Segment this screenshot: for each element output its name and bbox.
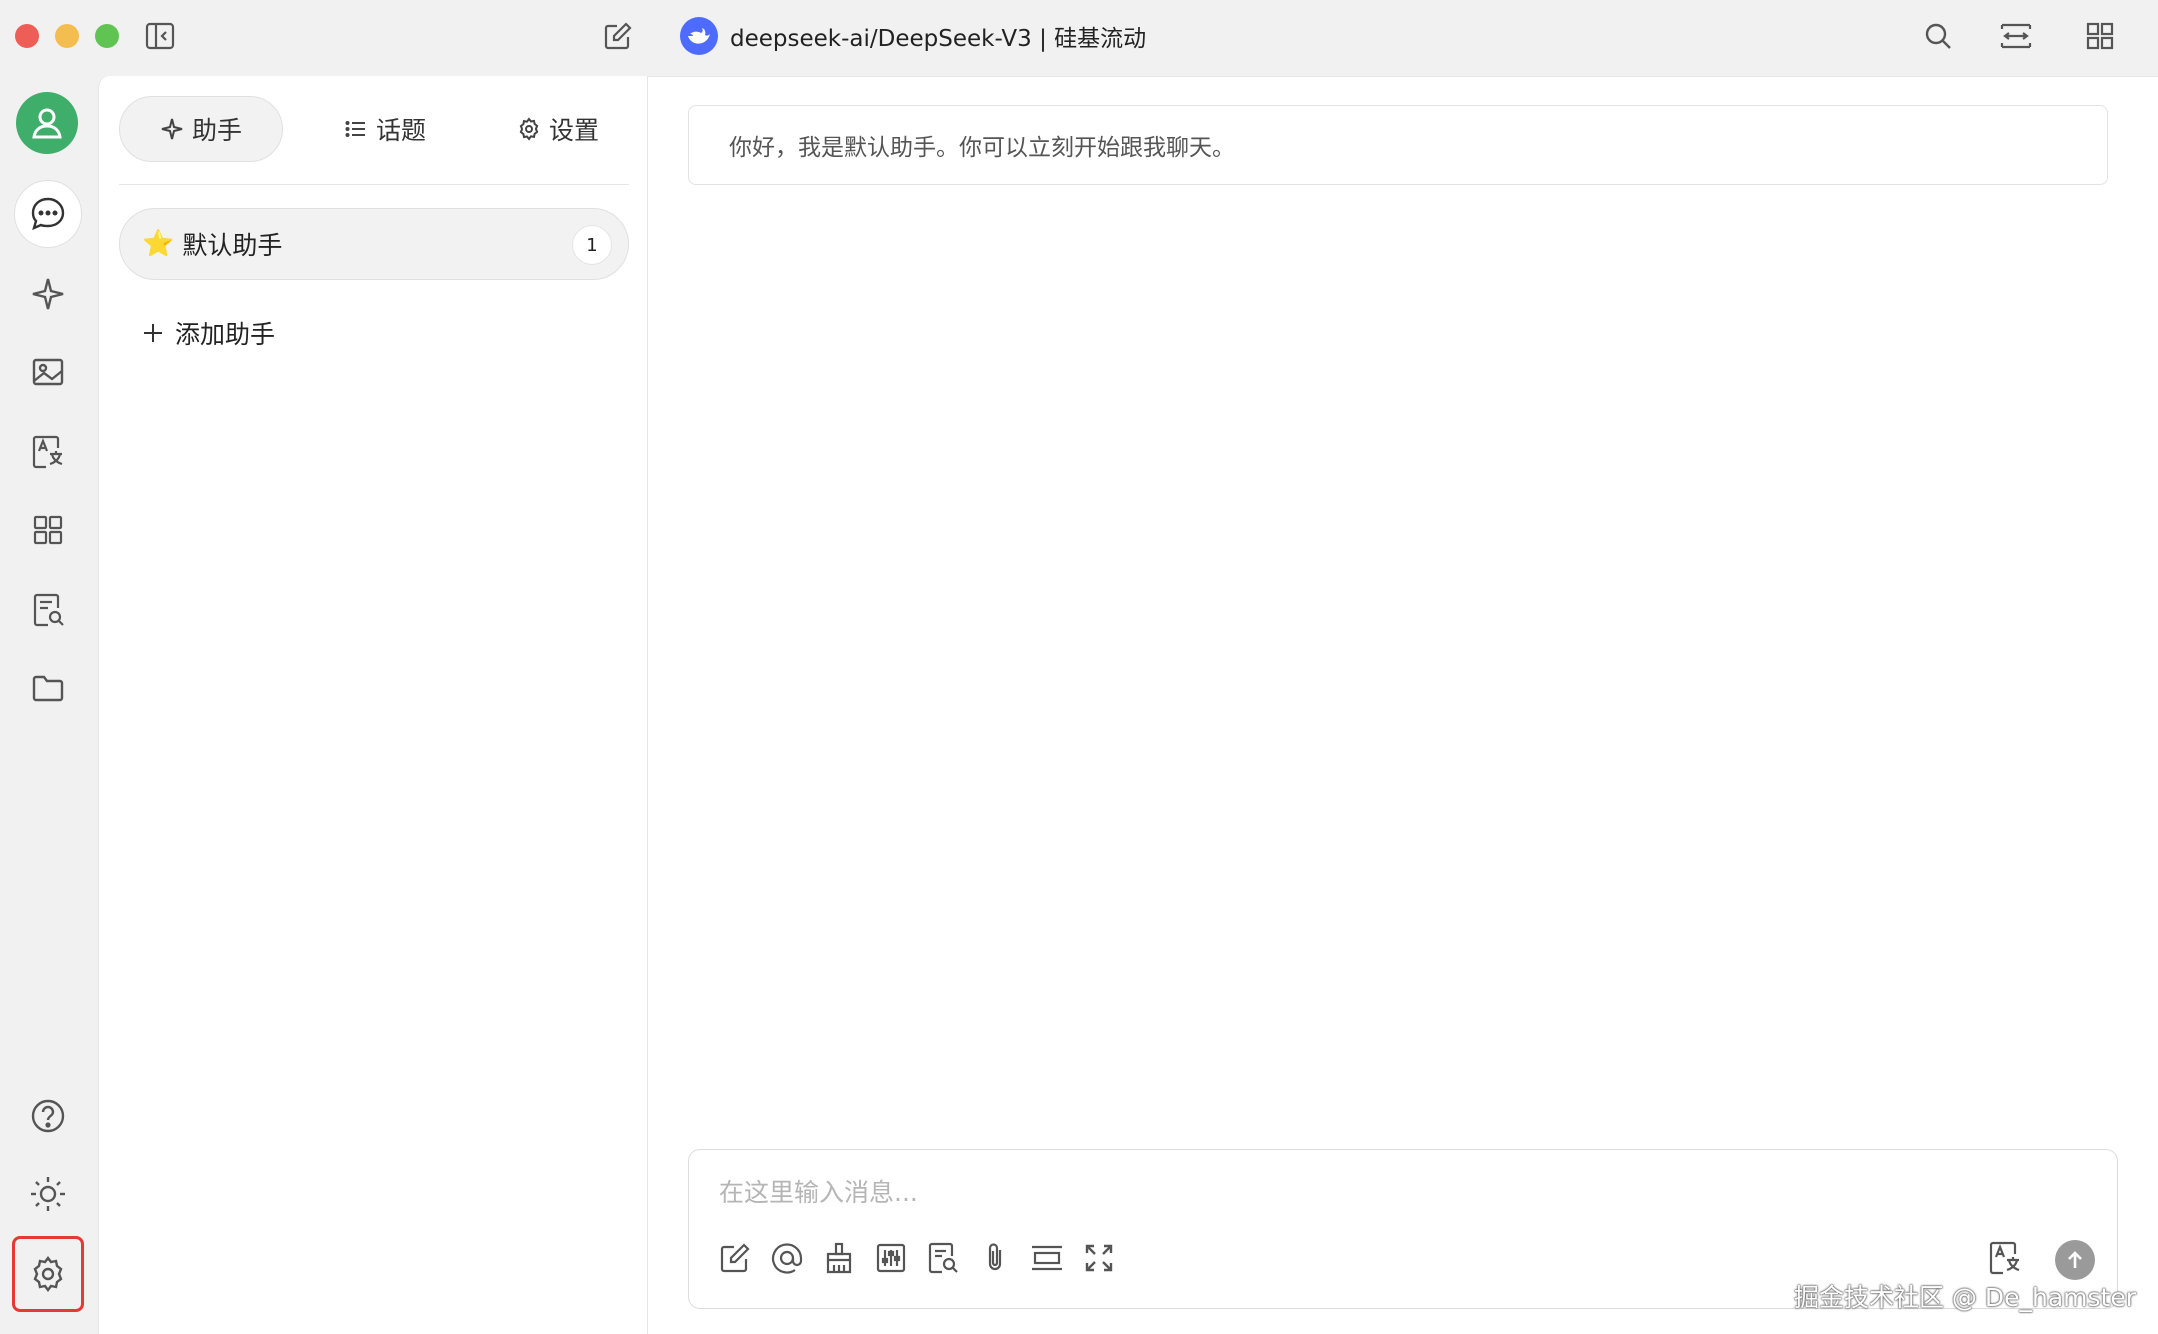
context-clear-button[interactable] [1027,1238,1067,1278]
toggle-sidebar-button[interactable] [142,18,178,54]
model-selector[interactable]: deepseek-ai/DeepSeek-V3 | 硅基流动 [680,16,1146,56]
search-button[interactable] [1920,18,1956,54]
mention-model-button[interactable] [767,1238,807,1278]
list-icon [345,121,365,137]
settings-gear-icon [33,1256,63,1292]
maximize-window-button[interactable] [95,24,119,48]
nav-settings[interactable] [12,1236,84,1312]
new-chat-button[interactable] [600,18,636,54]
narrow-mode-button[interactable] [1998,18,2034,54]
add-assistant-button[interactable]: 添加助手 [141,312,275,354]
user-avatar[interactable] [16,92,78,154]
nav-apps[interactable] [14,496,82,564]
left-nav-rail [0,76,98,1334]
image-icon [32,358,64,386]
message-input[interactable] [719,1170,2079,1214]
translate-icon [1989,1241,2020,1275]
upload-attachment-button[interactable] [975,1238,1015,1278]
model-title: deepseek-ai/DeepSeek-V3 | 硅基流动 [730,26,1147,52]
tab-label: 话题 [375,116,426,145]
clear-messages-button[interactable] [819,1238,859,1278]
edit-icon [604,22,632,50]
sparkle-icon [161,118,183,140]
assistants-panel: 助手 话题 设置 ⭐ 默认助手 1 添加助手 [98,76,648,1334]
nav-help[interactable] [14,1082,82,1150]
greeting-message: 你好，我是默认助手。你可以立刻开始跟我聊天。 [688,105,2108,185]
expand-width-icon [2000,23,2032,49]
topic-count-badge: 1 [572,225,612,265]
plus-icon [144,324,162,342]
settings-sliders-icon [876,1243,906,1273]
minimize-window-button[interactable] [55,24,79,48]
tab-label: 设置 [548,116,599,145]
minapps-button[interactable] [2082,18,2118,54]
deepseek-logo-icon [680,17,718,55]
new-topic-icon [720,1243,750,1273]
greeting-text: 你好，我是默认助手。你可以立刻开始跟我聊天。 [729,135,1235,161]
send-button[interactable] [2055,1240,2095,1280]
nav-chat[interactable] [14,180,82,248]
watermark-text: 掘金技术社区 @ De_hamster [1793,1283,2136,1312]
gear-icon [519,117,539,141]
help-icon [31,1099,65,1133]
user-icon [32,108,62,139]
search-icon [1925,23,1951,49]
assistant-name: 默认助手 [182,231,283,260]
nav-knowledge[interactable] [14,576,82,644]
panel-tabs: 助手 话题 设置 [119,96,629,162]
tab-assistants[interactable]: 助手 [119,96,283,162]
nav-paintings[interactable] [14,338,82,406]
divider [119,184,629,185]
clear-broom-icon [826,1242,852,1274]
folder-icon [32,675,64,702]
app-window: deepseek-ai/DeepSeek-V3 | 硅基流动 助手 话题 设置 … [0,0,2158,1334]
knowledge-search-icon [33,593,64,627]
theme-sun-icon [31,1177,65,1211]
nav-files[interactable] [14,654,82,722]
apps-grid-icon [33,515,63,545]
tab-topics[interactable]: 话题 [314,96,456,162]
send-arrow-icon [2068,1251,2082,1268]
close-window-button[interactable] [15,24,39,48]
chat-settings-button[interactable] [871,1238,911,1278]
assistant-item-default[interactable]: ⭐ 默认助手 1 [119,208,629,280]
nav-translate[interactable] [14,418,82,486]
theme-toggle[interactable] [14,1160,82,1228]
expand-input-button[interactable] [1079,1238,1119,1278]
sparkle-icon [32,278,64,310]
mention-icon [771,1243,803,1274]
knowledge-base-button[interactable] [923,1238,963,1278]
chat-icon [31,197,65,231]
star-emoji-icon: ⭐ [142,229,175,259]
knowledge-icon [928,1242,958,1274]
context-break-icon [1032,1245,1062,1271]
grid-icon [2086,22,2114,50]
fullscreen-expand-icon [1085,1244,1113,1272]
translate-input-button[interactable] [1985,1238,2025,1278]
sidebar-collapse-icon [145,22,175,50]
add-assistant-label: 添加助手 [175,320,276,349]
nav-agents[interactable] [14,260,82,328]
chat-main: 你好，我是默认助手。你可以立刻开始跟我聊天。 在这里输入消息... 掘金技术社区… [648,76,2158,1334]
tab-settings[interactable]: 设置 [487,96,629,162]
title-bar: deepseek-ai/DeepSeek-V3 | 硅基流动 [0,0,2158,76]
translate-icon [32,435,63,469]
new-topic-button[interactable] [715,1238,755,1278]
attachment-clip-icon [988,1243,1002,1271]
tab-label: 助手 [191,116,242,145]
